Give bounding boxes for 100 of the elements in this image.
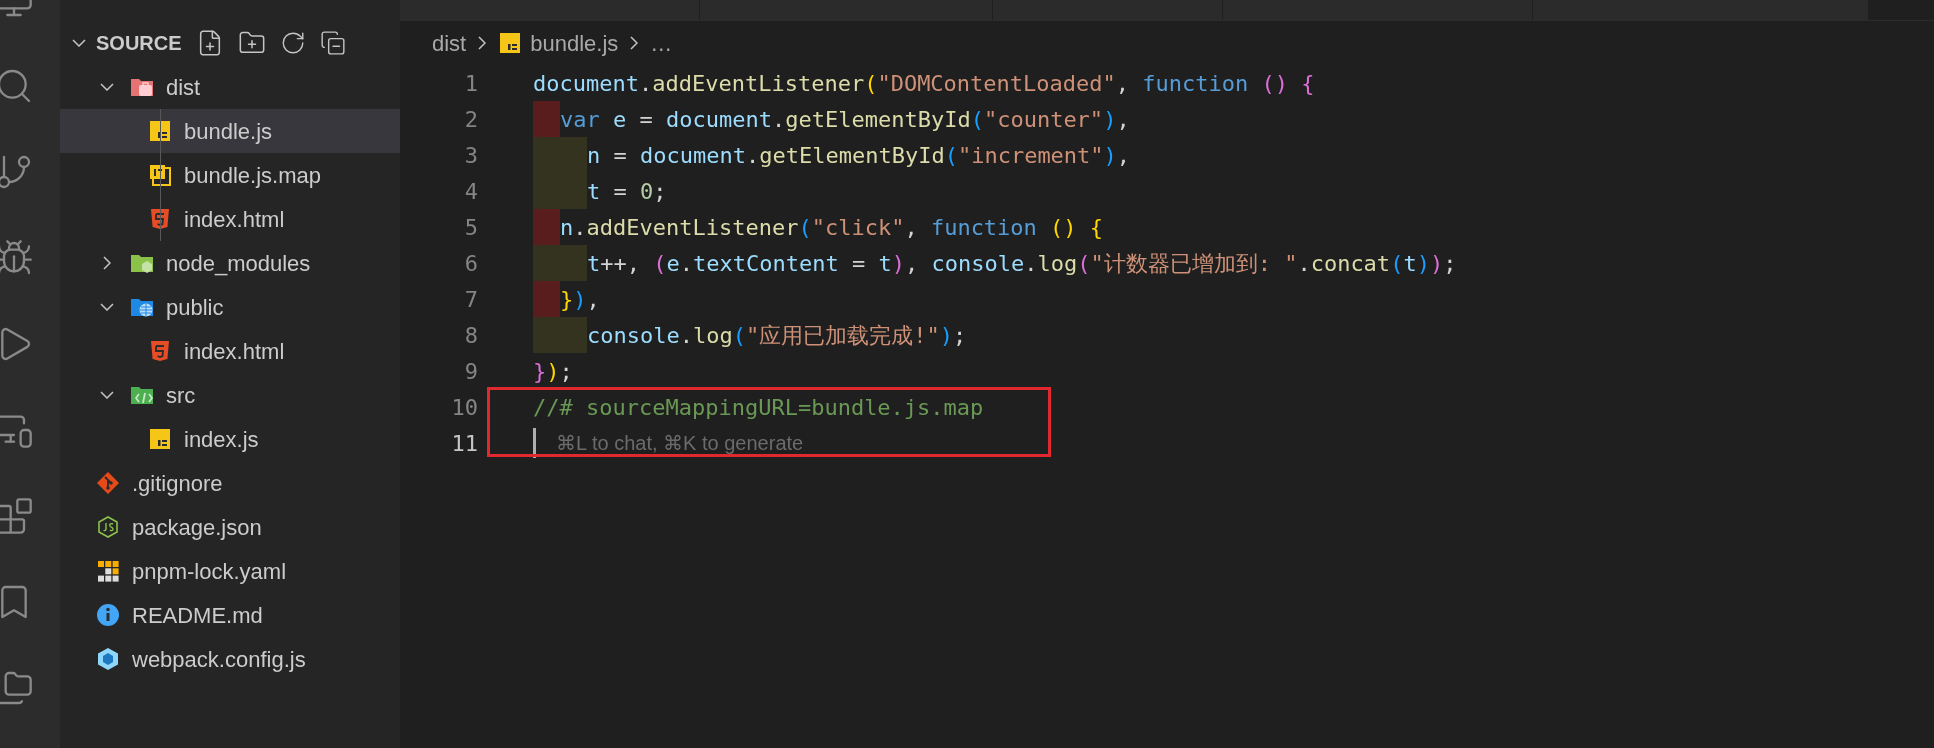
folder-name: dist — [166, 73, 201, 102]
git-file-icon — [96, 471, 120, 495]
code-token: ; — [559, 357, 573, 386]
code-token: . — [679, 249, 693, 278]
breadcrumb-item[interactable]: dist — [432, 26, 467, 60]
breadcrumb-item[interactable]: … — [650, 26, 673, 60]
cube-file-icon — [96, 647, 120, 671]
chevron-right-icon — [630, 36, 639, 50]
folder-name: src — [166, 381, 196, 410]
folder-item[interactable]: src — [60, 373, 400, 417]
code-token: ( — [1390, 249, 1404, 278]
code-token: t — [878, 249, 892, 278]
code-token: . — [1024, 249, 1038, 278]
js-map-file-icon — [148, 163, 172, 187]
folder-item[interactable]: node_modules — [60, 241, 400, 285]
hexagon-file-icon — [96, 515, 120, 539]
code-token: ( — [970, 105, 984, 134]
file-name: README.md — [132, 601, 263, 630]
code-token: . — [638, 69, 653, 98]
line-number: 7 — [463, 285, 478, 314]
file-name: webpack.config.js — [132, 645, 306, 674]
js-file-icon — [148, 427, 172, 451]
file-item[interactable]: index.html — [60, 329, 400, 373]
file-name: pnpm-lock.yaml — [132, 557, 287, 586]
code-token: getElementById — [785, 105, 971, 134]
file-item[interactable]: index.js — [60, 417, 400, 461]
code-token: //# sourceMappingURL=bundle.js.map — [533, 393, 984, 422]
code-token: log — [1037, 249, 1078, 278]
code-token: console — [587, 321, 680, 350]
code-token: { — [1088, 213, 1104, 242]
line-number: 4 — [463, 177, 478, 206]
code-token: ) — [939, 321, 953, 350]
code-token: ) — [1103, 105, 1117, 134]
file-item[interactable]: README.md — [60, 593, 400, 637]
code-token: , — [586, 285, 600, 314]
code-token: . — [745, 141, 760, 170]
file-item[interactable]: bundle.js.map — [60, 153, 400, 197]
code-token: = — [612, 141, 628, 170]
code-token: n — [587, 141, 601, 170]
code-token: ) — [1416, 249, 1430, 278]
line-number: 8 — [463, 321, 478, 350]
file-name: .gitignore — [132, 469, 223, 498]
chevron-right-icon — [478, 36, 487, 50]
code-token: . — [771, 105, 786, 134]
code-token: ( — [1077, 249, 1091, 278]
code-token: "计数器已增加到: " — [1090, 249, 1298, 278]
info-icon — [96, 603, 120, 627]
code-token: , — [1115, 69, 1131, 98]
code-token: . — [573, 213, 587, 242]
line-number: 10 — [450, 393, 478, 422]
code-token: concat — [1310, 249, 1391, 278]
extensions-icon[interactable] — [0, 496, 34, 536]
collapse-all-icon[interactable] — [319, 30, 346, 56]
folder-name: node_modules — [166, 249, 311, 278]
line-number: 5 — [463, 213, 478, 242]
js-file-icon — [148, 119, 172, 143]
file-name: bundle.js — [184, 117, 273, 146]
code-token: function — [930, 213, 1037, 242]
code-token: ( — [798, 213, 812, 242]
html-file-icon — [148, 339, 172, 363]
code-token: e — [666, 249, 680, 278]
folder-item[interactable]: public — [60, 285, 400, 329]
code-token: ; — [952, 321, 967, 350]
file-item[interactable]: bundle.js — [60, 109, 400, 153]
folder-item[interactable]: dist — [60, 65, 400, 109]
code-token: document — [666, 105, 772, 134]
code-token: var — [560, 105, 600, 134]
code-token: { — [1300, 69, 1315, 98]
file-item[interactable]: pnpm-lock.yaml — [60, 549, 400, 593]
breadcrumb-item[interactable]: bundle.js — [530, 26, 619, 60]
file-item[interactable]: index.html — [60, 197, 400, 241]
js-file-icon — [498, 31, 523, 55]
chevron-down-icon[interactable] — [72, 39, 86, 47]
code-token: "应用已加载完成!" — [745, 321, 940, 350]
code-token: ; — [653, 177, 667, 206]
code-token: } — [533, 357, 547, 386]
code-token: . — [679, 321, 693, 350]
code-token: "counter" — [983, 105, 1104, 134]
code-token: ) — [891, 249, 905, 278]
file-item[interactable]: webpack.config.js — [60, 637, 400, 681]
line-number: 6 — [463, 249, 478, 278]
file-item[interactable]: .gitignore — [60, 461, 400, 505]
file-item[interactable]: package.json — [60, 505, 400, 549]
code-token: textContent — [693, 249, 839, 278]
code-token: ) — [573, 285, 587, 314]
file-name: index.html — [184, 205, 285, 234]
line-number: 9 — [463, 357, 478, 386]
code-token: ( — [864, 69, 878, 98]
explorer-title: SOURCE — [96, 31, 182, 56]
line-number: 2 — [463, 105, 478, 134]
code-token: "click" — [811, 213, 905, 242]
file-name: bundle.js.map — [184, 161, 321, 190]
text-cursor — [533, 428, 536, 458]
code-token: , — [904, 249, 920, 278]
code-token: ) — [546, 357, 560, 386]
code-token: 0 — [640, 177, 654, 206]
line-number: 3 — [463, 141, 478, 170]
code-token: "increment" — [957, 141, 1104, 170]
folder-name: public — [166, 293, 224, 322]
code-token: ) — [1429, 249, 1444, 278]
